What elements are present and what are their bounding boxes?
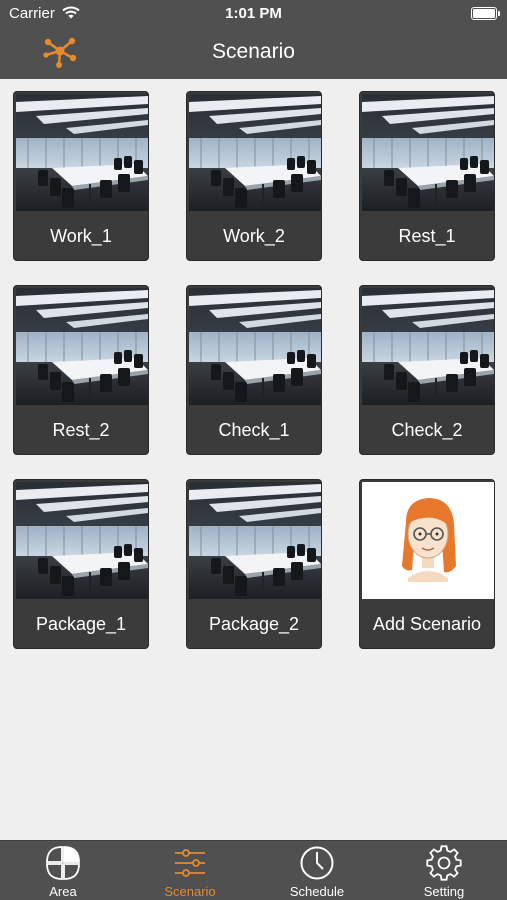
tab-label: Setting: [423, 884, 465, 899]
conference-room-photo: [16, 482, 148, 599]
conference-room-photo: [16, 288, 148, 405]
scenario-label: Package_1: [35, 614, 127, 634]
scenario-label: Work_1: [50, 226, 112, 246]
conference-room-photo: [362, 94, 494, 211]
tab-setting[interactable]: Setting: [381, 841, 507, 900]
scenario-label: Rest_1: [398, 226, 456, 246]
top-bar: Carrier 1:01 PM Scenario: [0, 0, 507, 79]
battery-icon: [471, 7, 500, 20]
scenario-label: Rest_2: [52, 420, 110, 440]
tab-area[interactable]: Area: [0, 841, 126, 900]
tab-schedule[interactable]: Schedule: [254, 841, 380, 900]
scenario-label: Work_2: [223, 226, 285, 246]
scenario-card-work-1[interactable]: Work_1: [13, 91, 149, 261]
scenario-label: Package_2: [208, 614, 300, 634]
sliders-icon: [172, 845, 208, 881]
gear-icon: [426, 845, 462, 881]
conference-room-photo: [362, 288, 494, 405]
conference-room-photo: [189, 94, 321, 211]
scenario-card-check-1[interactable]: Check_1: [186, 285, 322, 455]
conference-room-photo: [16, 94, 148, 211]
scenario-grid: Work_1 Work_2 Rest_1 Rest_2 Check_1 Chec…: [13, 91, 495, 651]
tab-scenario[interactable]: Scenario: [127, 841, 253, 900]
scenario-card-rest-2[interactable]: Rest_2: [13, 285, 149, 455]
scenario-card-work-2[interactable]: Work_2: [186, 91, 322, 261]
scenario-card-package-2[interactable]: Package_2: [186, 479, 322, 649]
tab-bar: Area Scenario Schedule Setting: [0, 840, 507, 900]
area-grid-icon: [45, 845, 81, 881]
add-scenario-label: Add Scenario: [372, 614, 482, 634]
conference-room-photo: [189, 482, 321, 599]
scenario-label: Check_2: [391, 420, 463, 440]
tab-label: Area: [49, 884, 77, 899]
scenario-card-check-2[interactable]: Check_2: [359, 285, 495, 455]
scenario-card-package-1[interactable]: Package_1: [13, 479, 149, 649]
scenario-label: Check_1: [218, 420, 290, 440]
clock-time: 1:01 PM: [225, 5, 282, 22]
add-scenario-button[interactable]: Add Scenario: [359, 479, 495, 649]
tab-label: Scenario: [164, 884, 216, 899]
page-title: Scenario: [212, 40, 295, 63]
scenario-card-rest-1[interactable]: Rest_1: [359, 91, 495, 261]
cartoon-girl-avatar: [362, 482, 494, 599]
clock-icon: [299, 845, 335, 881]
status-bar: Carrier 1:01 PM: [0, 0, 507, 28]
tab-label: Schedule: [289, 884, 345, 899]
conference-room-photo: [189, 288, 321, 405]
